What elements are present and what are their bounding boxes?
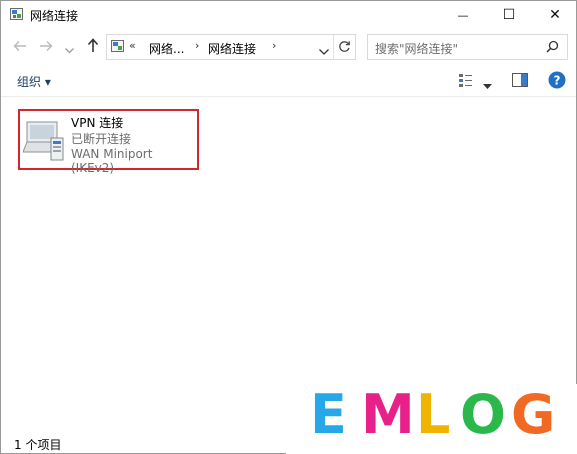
up-arrow-icon[interactable] (87, 38, 99, 56)
close-button[interactable]: ✕ (532, 1, 577, 29)
watermark-letter: M (361, 383, 415, 446)
refresh-icon[interactable] (338, 40, 351, 56)
navigation-bar: « 网络... › 网络连接 › 搜索"网络连接" (1, 31, 576, 63)
forward-arrow-icon[interactable] (39, 39, 53, 56)
search-input[interactable]: 搜索"网络连接" (367, 34, 568, 60)
minimize-icon: — (457, 8, 469, 22)
svg-text:?: ? (554, 74, 561, 88)
item-device: WAN Miniport (IKEv2) (71, 147, 153, 175)
file-list-area[interactable]: VPN 连接 已断开连接 WAN Miniport (IKEv2) (1, 97, 576, 427)
location-icon (111, 39, 125, 56)
window-title: 网络连接 (30, 9, 79, 23)
item-count: 1 个项目 (14, 438, 62, 452)
search-placeholder: 搜索"网络连接" (375, 42, 459, 56)
network-connections-icon (10, 7, 24, 21)
watermark-letter: E (310, 383, 347, 446)
watermark-logo: E M L O G (286, 384, 577, 454)
vpn-connection-icon (22, 116, 67, 165)
watermark-letter: G (511, 383, 556, 446)
item-name: VPN 连接 (71, 116, 124, 130)
address-bar[interactable]: « 网络... › 网络连接 › (106, 34, 356, 60)
search-icon[interactable] (546, 40, 559, 56)
breadcrumb-item[interactable]: 网络... (149, 40, 184, 57)
chevron-down-icon[interactable] (65, 42, 74, 57)
watermark-letter: O (460, 383, 506, 446)
minimize-button[interactable]: — (440, 1, 486, 29)
item-status: 已断开连接 (71, 132, 132, 146)
command-bar: 组织 ▾ ? (1, 66, 576, 97)
organize-menu-button[interactable]: 组织 ▾ (17, 73, 51, 90)
divider (333, 35, 334, 59)
list-item-vpn-connection[interactable]: VPN 连接 已断开连接 WAN Miniport (IKEv2) (18, 109, 199, 175)
breadcrumb-separator[interactable]: › (272, 39, 276, 52)
view-dropdown-icon[interactable] (483, 78, 492, 92)
breadcrumb-separator[interactable]: › (195, 39, 199, 52)
preview-pane-icon[interactable] (512, 73, 528, 90)
view-options-icon[interactable] (458, 72, 474, 91)
back-arrow-icon[interactable] (13, 39, 27, 56)
breadcrumb-overflow[interactable]: « (129, 39, 136, 52)
close-icon: ✕ (549, 7, 561, 23)
title-bar: 网络连接 — ☐ ✕ (1, 1, 576, 29)
maximize-button[interactable]: ☐ (486, 1, 532, 29)
maximize-icon: ☐ (502, 7, 516, 23)
watermark-letter: L (416, 383, 451, 446)
help-icon[interactable]: ? (548, 71, 566, 92)
address-dropdown-icon[interactable] (319, 44, 329, 58)
breadcrumb-item[interactable]: 网络连接 (208, 40, 256, 57)
